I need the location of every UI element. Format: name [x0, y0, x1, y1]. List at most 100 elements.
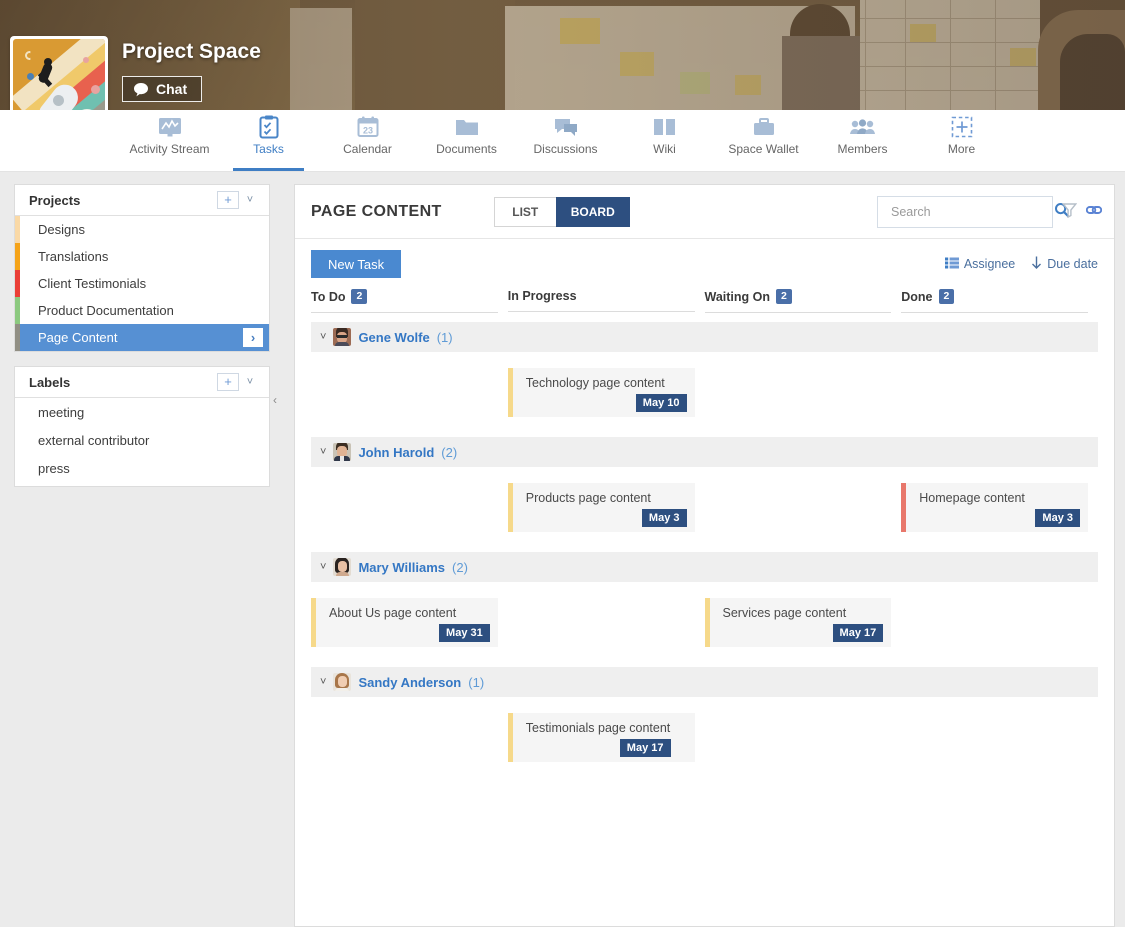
sort-by-due-date[interactable]: Due date — [1031, 256, 1098, 272]
avatar — [333, 673, 351, 691]
board-toolbar: New Task Assignee — [295, 239, 1114, 289]
search-box[interactable] — [877, 196, 1053, 228]
board-cell[interactable]: Testimonials page content May 17 — [508, 713, 705, 785]
board-cell[interactable] — [705, 368, 902, 428]
board-cell[interactable]: Technology page content May 10 — [508, 368, 705, 428]
nav-item-space-wallet[interactable]: Space Wallet — [714, 110, 813, 171]
projects-panel: Projects + ˅ Designs Translations Client… — [14, 184, 270, 352]
column-divider — [311, 312, 498, 313]
task-board: To Do 2 In Progress Waiting On 2 — [295, 289, 1114, 795]
board-cell[interactable] — [508, 598, 705, 658]
sidebar-item-translations[interactable]: Translations — [15, 243, 269, 270]
nav-label: Space Wallet — [728, 142, 798, 156]
assignee-name[interactable]: Sandy Anderson — [358, 675, 461, 690]
calendar-23-icon: 23 — [357, 115, 379, 139]
board-cell[interactable] — [901, 598, 1098, 658]
labels-panel-title: Labels — [29, 375, 217, 390]
chevron-down-icon[interactable]: ˅ — [320, 676, 326, 688]
tab-list-view[interactable]: LIST — [494, 197, 557, 227]
assignee-name[interactable]: Mary Williams — [358, 560, 445, 575]
chat-button[interactable]: Chat — [122, 76, 202, 102]
chevron-down-icon[interactable]: ˅ — [239, 194, 261, 206]
sidebar-item-label: Translations — [38, 249, 108, 264]
nav-item-calendar[interactable]: 23 Calendar — [318, 110, 417, 171]
sort-label: Due date — [1047, 257, 1098, 271]
sidebar-item-product-documentation[interactable]: Product Documentation — [15, 297, 269, 324]
add-project-button[interactable]: + — [217, 191, 239, 209]
assignee-name[interactable]: Gene Wolfe — [358, 330, 429, 345]
assignee-group-header[interactable]: ˅ Gene Wolfe (1) — [311, 322, 1098, 352]
board-cell[interactable]: About Us page content May 31 — [311, 598, 508, 658]
chevron-right-icon[interactable]: › — [243, 328, 263, 347]
column-count-badge: 2 — [776, 289, 792, 304]
task-card[interactable]: Services page content May 17 — [705, 598, 892, 647]
chevron-down-icon[interactable]: ˅ — [320, 331, 326, 343]
sidebar-item-label: external contributor — [38, 433, 149, 448]
nav-item-tasks[interactable]: Tasks — [219, 110, 318, 171]
assignee-group-row: Products page content May 3 Homepage con… — [311, 467, 1098, 543]
nav-item-activity-stream[interactable]: Activity Stream — [120, 110, 219, 171]
task-title: Homepage content — [919, 490, 1080, 506]
people-group-icon — [850, 115, 875, 139]
board-cell[interactable]: Services page content May 17 — [705, 598, 902, 658]
task-card[interactable]: About Us page content May 31 — [311, 598, 498, 647]
new-task-button[interactable]: New Task — [311, 250, 401, 278]
task-due-date: May 17 — [833, 624, 884, 642]
sort-by-assignee[interactable]: Assignee — [945, 257, 1015, 272]
assignee-group-header[interactable]: ˅ Sandy Anderson (1) — [311, 667, 1098, 697]
board-cell[interactable] — [311, 713, 508, 785]
nav-item-discussions[interactable]: Discussions — [516, 110, 615, 171]
task-card[interactable]: Homepage content May 3 — [901, 483, 1088, 532]
search-area — [877, 196, 1102, 228]
task-due-date: May 31 — [439, 624, 490, 642]
sidebar-item-press[interactable]: press — [15, 454, 269, 482]
sidebar-item-label: Page Content — [38, 330, 118, 345]
task-card[interactable]: Products page content May 3 — [508, 483, 695, 532]
nav-item-wiki[interactable]: Wiki — [615, 110, 714, 171]
nav-item-documents[interactable]: Documents — [417, 110, 516, 171]
board-cell[interactable]: Products page content May 3 — [508, 483, 705, 543]
task-card[interactable]: Technology page content May 10 — [508, 368, 695, 417]
nav-item-members[interactable]: Members — [813, 110, 912, 171]
tab-board-view[interactable]: BOARD — [556, 197, 630, 227]
task-title: Products page content — [526, 490, 687, 506]
sort-controls: Assignee Due date — [945, 256, 1098, 272]
space-avatar[interactable] — [10, 36, 108, 110]
task-due-date: May 10 — [636, 394, 687, 412]
sidebar-collapse-handle[interactable]: ‹ — [268, 389, 282, 411]
sort-label: Assignee — [964, 257, 1015, 271]
board-cell[interactable] — [705, 483, 902, 543]
sidebar-item-client-testimonials[interactable]: Client Testimonials — [15, 270, 269, 297]
arrow-down-icon — [1031, 256, 1042, 272]
sidebar-item-external-contributor[interactable]: external contributor — [15, 426, 269, 454]
board-cell[interactable] — [311, 368, 508, 428]
chevron-down-icon[interactable]: ˅ — [320, 446, 326, 458]
chain-link-icon[interactable] — [1086, 204, 1102, 219]
sidebar-item-meeting[interactable]: meeting — [15, 398, 269, 426]
board-cell[interactable] — [901, 713, 1098, 785]
nav-item-more[interactable]: More — [912, 110, 1011, 171]
add-label-button[interactable]: + — [217, 373, 239, 391]
assignee-group-header[interactable]: ˅ John Harold (2) — [311, 437, 1098, 467]
nav-label: Wiki — [653, 142, 676, 156]
chevron-down-icon[interactable]: ˅ — [320, 561, 326, 573]
labels-panel-header: Labels + ˅ — [15, 367, 269, 398]
board-column-headers: To Do 2 In Progress Waiting On 2 — [311, 289, 1098, 313]
board-title: PAGE CONTENT — [311, 203, 442, 221]
funnel-filter-icon[interactable] — [1062, 202, 1077, 221]
board-cell[interactable] — [901, 368, 1098, 428]
sidebar-item-designs[interactable]: Designs — [15, 216, 269, 243]
sidebar-item-page-content[interactable]: Page Content › — [15, 324, 269, 351]
board-cell[interactable] — [311, 483, 508, 543]
chevron-down-icon[interactable]: ˅ — [239, 376, 261, 388]
search-input[interactable] — [889, 204, 1054, 220]
open-book-icon — [653, 115, 676, 139]
board-column-waiting-on: Waiting On 2 — [705, 289, 902, 313]
assignee-name[interactable]: John Harold — [358, 445, 434, 460]
sidebar-item-label: press — [38, 461, 70, 476]
board-cell[interactable]: Homepage content May 3 — [901, 483, 1098, 543]
assignee-group-header[interactable]: ˅ Mary Williams (2) — [311, 552, 1098, 582]
board-cell[interactable] — [705, 713, 902, 785]
task-card[interactable]: Testimonials page content May 17 — [508, 713, 695, 762]
nav-label: Activity Stream — [129, 142, 209, 156]
